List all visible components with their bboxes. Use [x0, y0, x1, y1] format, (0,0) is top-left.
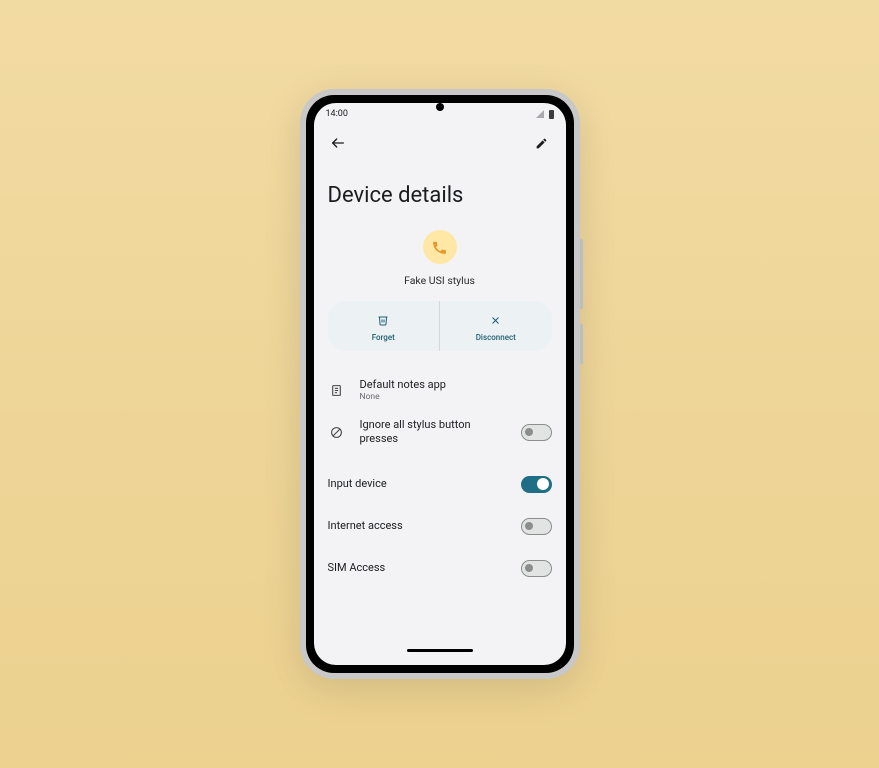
- default-notes-row[interactable]: Default notes app None: [328, 369, 552, 411]
- default-notes-value: None: [360, 392, 552, 402]
- sim-access-row[interactable]: SIM Access: [328, 547, 552, 589]
- phone-frame: 14:00 Device details: [300, 89, 580, 679]
- signal-icon: [536, 110, 544, 118]
- sim-access-label: SIM Access: [328, 561, 503, 575]
- nav-bar[interactable]: [314, 649, 566, 665]
- phone-icon: [431, 239, 448, 256]
- battery-icon: [549, 110, 554, 119]
- close-icon: [490, 311, 501, 330]
- phone-bezel: 14:00 Device details: [306, 95, 574, 673]
- internet-access-label: Internet access: [328, 519, 503, 533]
- content-area: Device details Fake USI stylus Forget: [314, 161, 566, 649]
- device-icon-circle: [423, 230, 457, 264]
- volume-rocker: [580, 239, 583, 309]
- ignore-buttons-row[interactable]: Ignore all stylus button presses: [328, 411, 552, 453]
- edit-button[interactable]: [528, 129, 556, 157]
- arrow-back-icon: [330, 135, 346, 151]
- forget-label: Forget: [372, 333, 395, 342]
- input-device-row[interactable]: Input device: [328, 463, 552, 505]
- device-name: Fake USI stylus: [404, 274, 475, 287]
- notes-icon: [328, 384, 346, 397]
- status-time: 14:00: [326, 109, 348, 119]
- device-hero: Fake USI stylus: [328, 230, 552, 287]
- pencil-icon: [535, 137, 548, 150]
- ignore-buttons-title: Ignore all stylus button presses: [360, 418, 503, 446]
- front-camera: [436, 103, 444, 111]
- internet-access-toggle[interactable]: [521, 518, 552, 535]
- sim-access-toggle[interactable]: [521, 560, 552, 577]
- power-button: [580, 324, 583, 364]
- input-device-toggle[interactable]: [521, 476, 552, 493]
- default-notes-title: Default notes app: [360, 378, 552, 392]
- disconnect-label: Disconnect: [476, 333, 516, 342]
- ignore-buttons-toggle[interactable]: [521, 424, 552, 441]
- status-indicators: [536, 110, 554, 119]
- action-row: Forget Disconnect: [328, 301, 552, 351]
- nav-pill: [407, 649, 473, 652]
- block-icon: [328, 426, 346, 439]
- input-device-label: Input device: [328, 477, 503, 491]
- app-bar: [314, 125, 566, 161]
- trash-icon: [377, 311, 389, 330]
- back-button[interactable]: [324, 129, 352, 157]
- forget-button[interactable]: Forget: [328, 301, 441, 351]
- internet-access-row[interactable]: Internet access: [328, 505, 552, 547]
- screen: 14:00 Device details: [314, 103, 566, 665]
- page-title: Device details: [328, 183, 552, 208]
- disconnect-button[interactable]: Disconnect: [440, 301, 552, 351]
